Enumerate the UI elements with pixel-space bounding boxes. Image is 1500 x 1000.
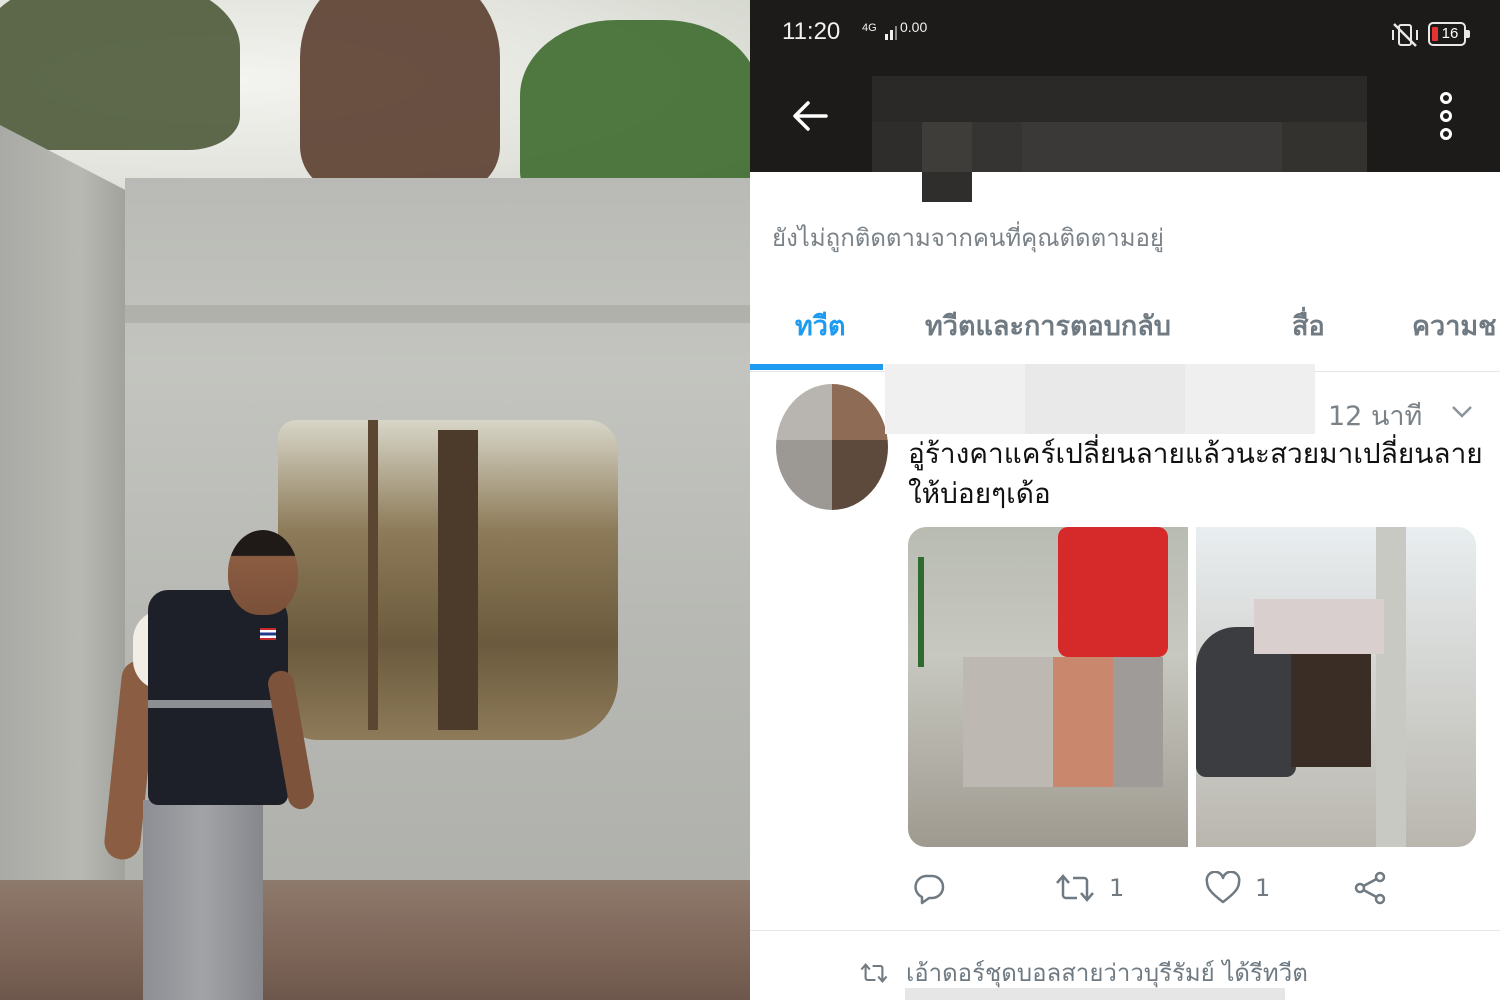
chevron-down-icon[interactable] (1450, 402, 1474, 420)
tweet[interactable]: 12 นาที อู่ร้างคาแคร์เปลี่ยนลายแล้วนะสวย… (750, 364, 1500, 932)
active-tab-indicator (750, 364, 883, 370)
photo-trunk (438, 430, 478, 730)
tweet-photo-2[interactable] (1196, 527, 1476, 847)
person-pants (143, 800, 263, 1000)
photo-person (102, 530, 323, 1000)
vest-stripe (148, 700, 288, 708)
retweet-count: 1 (1109, 874, 1125, 902)
profile-tabs: ทวีต ทวีตและการตอบกลับ สื่อ ความช (750, 292, 1500, 372)
network-speed: 0.00 (900, 19, 928, 35)
profile-name-obscured (872, 76, 1367, 236)
retweet-button[interactable]: 1 (1055, 870, 1124, 906)
news-photo (0, 0, 750, 1000)
heart-icon (1205, 871, 1241, 904)
retweet-icon (860, 962, 888, 983)
reply-icon (914, 874, 945, 905)
person-vest (148, 590, 288, 805)
photo-wall-hole (278, 420, 618, 740)
photo-wall-seam (125, 305, 750, 323)
photo-trunk (368, 420, 378, 730)
status-time: 11:20 (782, 18, 841, 45)
tweet-photo-1[interactable] (908, 527, 1188, 847)
tweet-media[interactable] (908, 527, 1476, 847)
retweet-context-text: เอ้าดอร์ชุดบอลสายว่าวบุรีรัมย์ ได้รีทวีต (906, 959, 1308, 987)
tweet-author-obscured (885, 364, 1315, 434)
like-count: 1 (1255, 874, 1271, 902)
signal-icon (885, 26, 897, 40)
back-arrow-icon[interactable] (786, 92, 834, 140)
vibrate-off-icon (1392, 23, 1418, 47)
tweet-text: อู่ร้างคาแคร์เปลี่ยนลายแล้วนะสวยมาเปลี่ย… (908, 437, 1483, 510)
tweet-timestamp: 12 นาที (1328, 401, 1423, 432)
battery-percent: 16 (1441, 25, 1459, 42)
retweet-context[interactable]: เอ้าดอร์ชุดบอลสายว่าวบุรีรัมย์ ได้รีทวีต (860, 953, 1308, 992)
tab-media[interactable]: สื่อ (1292, 304, 1325, 347)
tweet-divider (750, 930, 1500, 931)
tab-tweets[interactable]: ทวีต (795, 304, 846, 347)
avatar[interactable] (776, 384, 888, 510)
app-bar (750, 70, 1500, 202)
more-vertical-icon[interactable] (1430, 88, 1462, 144)
follow-notice: ยังไม่ถูกติดตามจากคนที่คุณติดตามอยู่ (772, 224, 1164, 252)
share-icon (1354, 871, 1386, 905)
person-head (228, 530, 298, 615)
photo-tree (300, 0, 500, 190)
tab-tweets-replies[interactable]: ทวีตและการตอบกลับ (925, 304, 1171, 347)
phone-screenshot: 11:20 4G 0.00 16 ยังไม่ถูกติดตามจากคนที่… (750, 0, 1500, 1000)
reply-button[interactable] (912, 870, 946, 906)
tab-likes[interactable]: ความช (1412, 304, 1497, 347)
network-indicator: 4G (862, 22, 877, 34)
retweet-icon (1056, 874, 1094, 902)
battery-indicator: 16 (1428, 22, 1470, 46)
status-bar: 11:20 4G 0.00 16 (750, 0, 1500, 70)
like-button[interactable]: 1 (1205, 870, 1270, 906)
share-button[interactable] (1353, 870, 1387, 906)
next-tweet-author-obscured (905, 988, 1285, 1000)
thai-flag-icon (260, 628, 276, 640)
tweet-actions: 1 1 (750, 870, 1500, 910)
photo-tree (0, 0, 240, 150)
